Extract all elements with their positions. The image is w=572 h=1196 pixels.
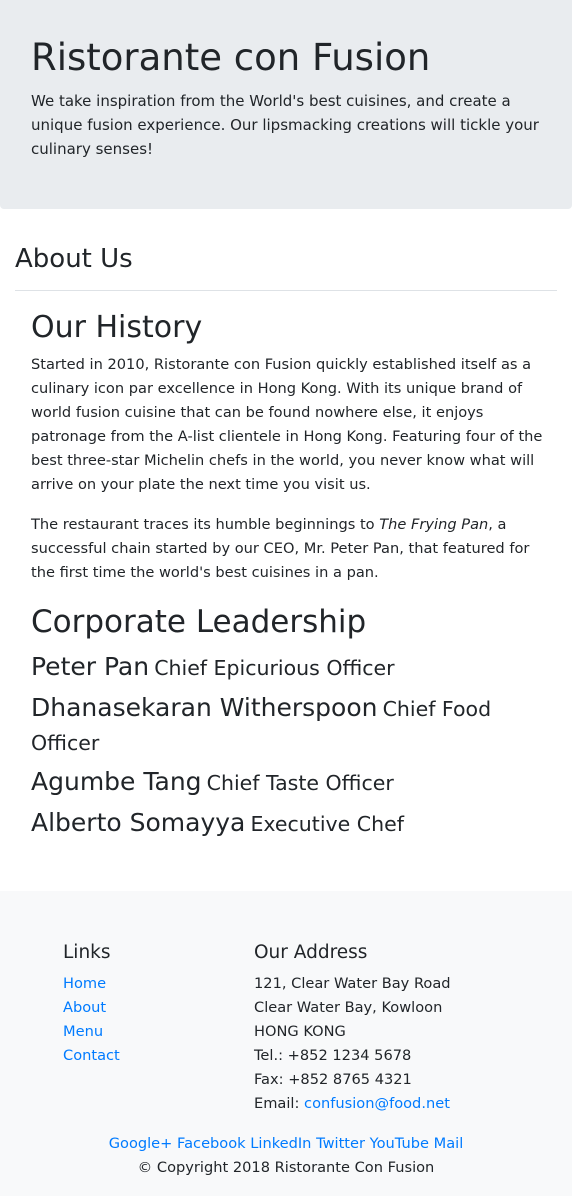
leader-name: Peter Pan [31,652,150,681]
footer-links-list: Home About Menu Contact [63,972,120,1068]
leader-item: Agumbe Tang Chief Taste Officer [31,765,541,801]
address-line: HONG KONG [254,1023,346,1040]
footer-address: 121, Clear Water Bay Road Clear Water Ba… [254,972,451,1116]
social-link-twitter[interactable]: Twitter [316,1135,365,1152]
leader-item: Alberto Somayya Executive Chef [31,806,541,842]
social-links: Google+ Facebook LinkedIn Twitter YouTub… [0,1132,572,1156]
footer-link-item: Home [63,972,120,996]
leader-role: Chief Epicurious Officer [154,656,395,680]
divider [15,290,557,291]
address-line: Clear Water Bay, Kowloon [254,999,443,1016]
footer-link-home[interactable]: Home [63,975,106,992]
address-fax: Fax: +852 8765 4321 [254,1071,412,1088]
footer-link-menu[interactable]: Menu [63,1023,103,1040]
leader-role: Chief Taste Officer [206,771,394,795]
footer-link-item: Contact [63,1044,120,1068]
footer-link-item: About [63,996,120,1020]
footer-address-heading: Our Address [254,942,368,963]
history-text: The restaurant traces its humble beginni… [31,516,380,533]
social-link-google-plus[interactable]: Google+ [109,1135,173,1152]
copyright: © Copyright 2018 Ristorante Con Fusion [137,1159,435,1176]
leader-role: Executive Chef [250,812,404,836]
social-link-linkedin[interactable]: LinkedIn [250,1135,311,1152]
leader-item: Peter Pan Chief Epicurious Officer [31,650,541,686]
social-link-mail[interactable]: Mail [434,1135,464,1152]
history-heading: Our History [31,310,203,345]
social-link-facebook[interactable]: Facebook [177,1135,246,1152]
page-heading: About Us [15,244,133,274]
history-paragraph-2: The restaurant traces its humble beginni… [31,513,546,585]
history-paragraph: Started in 2010, Ristorante con Fusion q… [31,356,543,493]
footer-link-about[interactable]: About [63,999,106,1016]
leader-name: Agumbe Tang [31,767,202,796]
leadership-heading: Corporate Leadership [31,604,367,640]
footer-link-item: Menu [63,1020,120,1044]
email-link[interactable]: confusion@food.net [304,1095,450,1112]
site-title: Ristorante con Fusion [31,36,431,79]
leader-name: Dhanasekaran Witherspoon [31,693,378,722]
email-label: Email: [254,1095,305,1112]
restaurant-name-italic: The Frying Pan [379,516,489,533]
footer-links-heading: Links [63,942,111,963]
address-phone: Tel.: +852 1234 5678 [254,1047,412,1064]
footer-link-contact[interactable]: Contact [63,1047,120,1064]
site-tagline: We take inspiration from the World's bes… [31,92,539,158]
social-link-youtube[interactable]: YouTube [370,1135,429,1152]
address-email: Email: confusion@food.net [254,1092,451,1116]
leader-name: Alberto Somayya [31,808,246,837]
address-line: 121, Clear Water Bay Road [254,975,451,992]
leader-item: Dhanasekaran Witherspoon Chief Food Offi… [31,691,541,761]
